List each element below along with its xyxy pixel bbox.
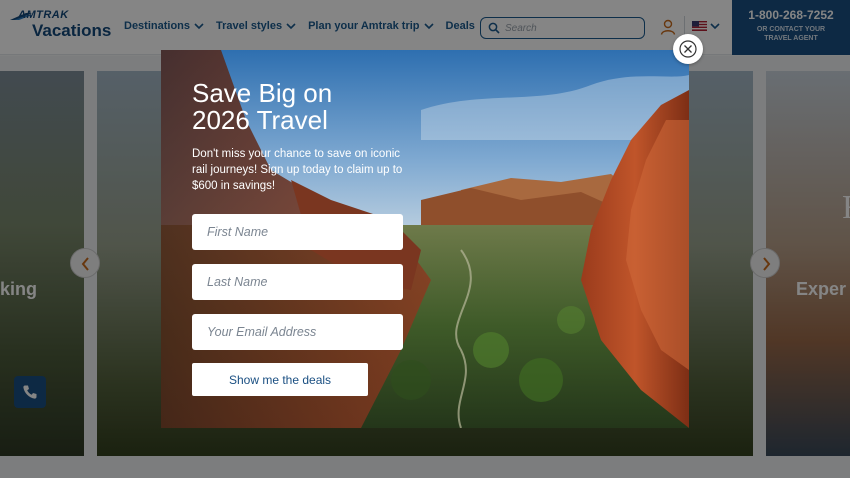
show-deals-button[interactable]: Show me the deals <box>192 363 368 396</box>
modal-title-line2: 2026 Travel <box>192 105 328 135</box>
first-name-field[interactable] <box>192 214 403 250</box>
modal-title-line1: Save Big on <box>192 78 333 108</box>
close-icon <box>679 40 697 58</box>
last-name-field[interactable] <box>192 264 403 300</box>
modal-description: Don't miss your chance to save on iconic… <box>192 148 403 192</box>
signup-modal: Save Big on 2026 Travel Don't miss your … <box>161 50 689 428</box>
modal-text-block: Save Big on 2026 Travel Don't miss your … <box>192 80 412 194</box>
modal-title: Save Big on 2026 Travel <box>192 80 412 134</box>
email-field[interactable] <box>192 314 403 350</box>
modal-close-button[interactable] <box>673 34 703 64</box>
